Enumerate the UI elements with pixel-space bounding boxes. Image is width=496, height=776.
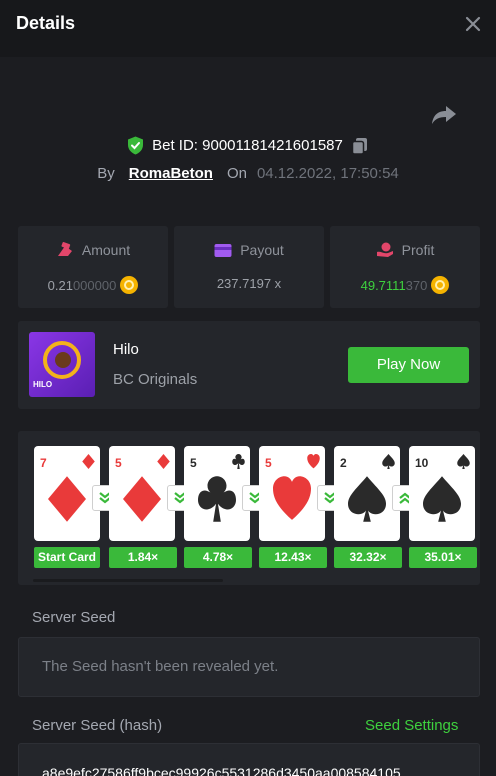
card-multiplier: 4.78× — [184, 547, 252, 568]
card-rank: 5 — [265, 456, 272, 470]
playing-card: 5 — [109, 446, 175, 541]
profit-stat: Profit 49.7111370 — [330, 226, 480, 308]
payout-stat: Payout 237.7197 x — [174, 226, 324, 308]
card-multiplier: 12.43× — [259, 547, 327, 568]
heart-suit-icon — [307, 454, 320, 469]
share-icon[interactable] — [431, 104, 457, 126]
copy-icon[interactable] — [351, 137, 369, 155]
game-name: Hilo — [113, 341, 139, 358]
bet-date: 04.12.2022, 17:50:54 — [256, 165, 399, 182]
diamond-suit-icon — [157, 454, 170, 469]
server-seed-label: Server Seed — [32, 609, 116, 626]
playing-card: 2 — [334, 446, 400, 541]
diamond-suit-icon — [82, 454, 95, 469]
playing-card: 10 — [409, 446, 475, 541]
diamond-suit-icon — [123, 476, 161, 522]
coin-icon — [431, 276, 450, 294]
horizontal-scrollbar[interactable] — [33, 579, 223, 582]
on-label: On — [226, 165, 247, 182]
club-suit-icon — [198, 476, 236, 522]
server-seed-hash-label: Server Seed (hash) — [32, 717, 163, 734]
modal-title: Details — [16, 13, 76, 33]
amount-icon — [57, 242, 72, 256]
card-rank: 2 — [340, 456, 347, 470]
verified-shield-icon — [128, 136, 144, 155]
spade-suit-icon — [457, 454, 470, 469]
heart-suit-icon — [273, 476, 311, 520]
card-rank: 10 — [415, 456, 429, 470]
play-now-button[interactable]: Play Now — [348, 347, 469, 383]
card-multiplier: 32.32× — [334, 547, 402, 568]
game-thumbnail[interactable]: HILO — [29, 332, 95, 397]
bet-id-row: Bet ID: 90001181421601587 — [0, 136, 496, 158]
username-link[interactable]: RomaBeton — [129, 165, 213, 182]
profit-value-dim: 370 — [405, 277, 428, 293]
server-seed-hash-value: a8e9efc27586ff9bcec99926c5531286d3450aa0… — [42, 765, 401, 776]
close-icon[interactable] — [462, 13, 484, 35]
diamond-suit-icon — [48, 476, 86, 522]
club-suit-icon — [232, 454, 245, 469]
payout-value: 237.7197 x — [216, 276, 282, 291]
card-rank: 7 — [40, 456, 47, 470]
amount-label: Amount — [81, 242, 131, 258]
amount-value: 0.21 — [47, 277, 73, 293]
bet-id: Bet ID: 90001181421601587 — [152, 137, 343, 154]
card-rank: 5 — [115, 456, 122, 470]
profit-value: 49.7111 — [360, 277, 406, 293]
server-seed-value: The Seed hasn't been revealed yet. — [42, 658, 279, 675]
amount-stat: Amount 0.21000000 — [18, 226, 168, 308]
by-label: By — [97, 165, 115, 182]
playing-card: 5 — [184, 446, 250, 541]
card-multiplier: 1.84× — [109, 547, 177, 568]
coin-icon — [120, 276, 139, 294]
server-seed-field: The Seed hasn't been revealed yet. — [18, 637, 480, 697]
payout-label: Payout — [240, 242, 284, 258]
spade-suit-icon — [382, 454, 395, 469]
card-multiplier: 35.01× — [409, 547, 477, 568]
card-multiplier: Start Card — [34, 547, 100, 568]
profit-icon — [376, 242, 393, 257]
game-thumbnail-label: HILO — [33, 380, 53, 389]
payout-icon — [214, 243, 232, 257]
profit-label: Profit — [401, 242, 435, 258]
seed-settings-link[interactable]: Seed Settings — [365, 717, 458, 734]
bet-meta-row: By RomaBeton On 04.12.2022, 17:50:54 — [0, 165, 496, 185]
spade-suit-icon — [423, 476, 461, 522]
modal-header: Details — [0, 0, 496, 57]
game-card: HILO Hilo BC Originals Play Now — [18, 321, 480, 409]
cards-history: 7 Start Card 5 1.84× 5 4.78× 5 12.43× 2 32.32× 10 3… — [18, 431, 480, 585]
game-provider: BC Originals — [113, 371, 198, 388]
playing-card: 7 — [34, 446, 100, 541]
card-rank: 5 — [190, 456, 197, 470]
amount-value-dim: 000000 — [72, 277, 117, 293]
server-seed-hash-field[interactable]: a8e9efc27586ff9bcec99926c5531286d3450aa0… — [18, 743, 480, 776]
spade-suit-icon — [348, 476, 386, 522]
playing-card: 5 — [259, 446, 325, 541]
